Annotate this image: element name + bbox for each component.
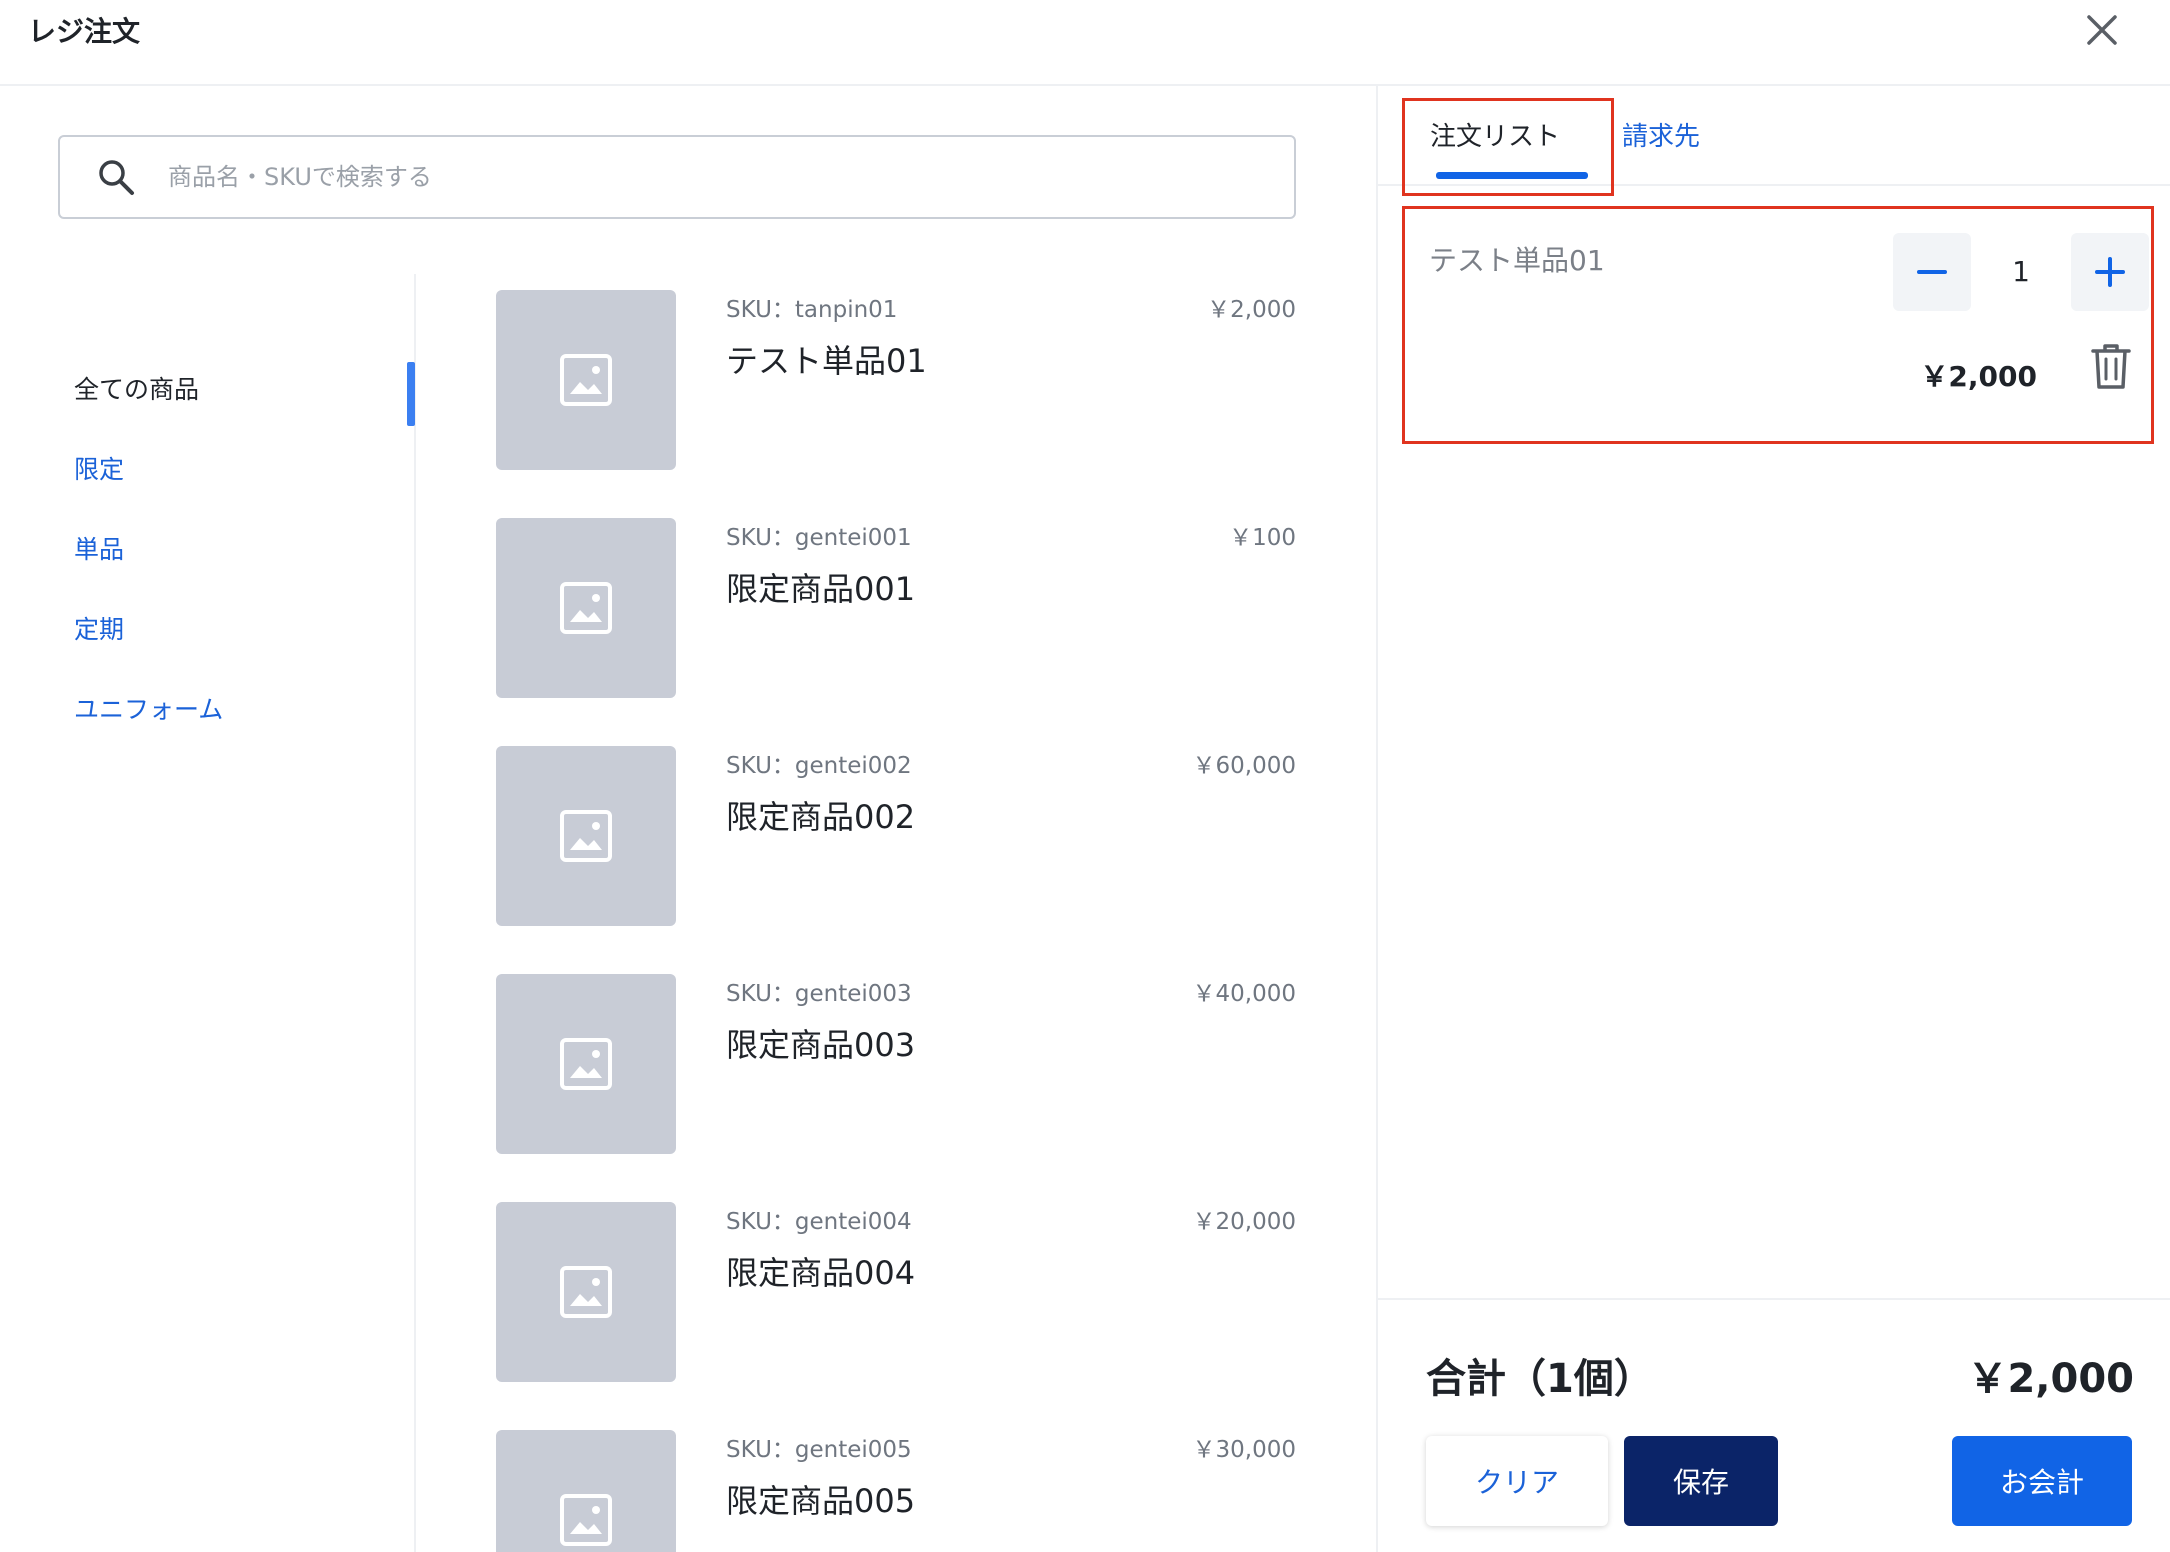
product-sku: SKU：tanpin01 <box>726 297 898 323</box>
image-placeholder-icon <box>560 1266 612 1318</box>
minus-icon <box>1917 270 1947 274</box>
product-sku: SKU：gentei002 <box>726 753 912 779</box>
active-category-indicator <box>407 362 415 426</box>
product-sku: SKU：gentei004 <box>726 1209 912 1235</box>
save-button[interactable]: 保存 <box>1624 1436 1778 1526</box>
image-placeholder-icon <box>560 354 612 406</box>
category-single[interactable]: 単品 <box>74 530 124 566</box>
category-nav: 全ての商品 限定 単品 定期 ユニフォーム <box>0 274 416 1552</box>
close-icon <box>2087 15 2117 45</box>
checkout-button[interactable]: お会計 <box>1952 1436 2132 1526</box>
product-sku: SKU：gentei001 <box>726 525 912 551</box>
product-card[interactable]: SKU：gentei004 限定商品004 ￥20,000 <box>496 1202 1296 1382</box>
tab-order-list[interactable]: 注文リスト <box>1430 116 1560 153</box>
product-thumbnail <box>496 746 676 926</box>
page-title: レジ注文 <box>28 15 141 48</box>
product-card[interactable]: SKU：gentei005 限定商品005 ￥30,000 <box>496 1430 1296 1552</box>
image-placeholder-icon <box>560 810 612 862</box>
order-panel: 注文リスト 請求先 テスト単品01 1 ￥2,000 合計（1個） ￥2,000… <box>1376 86 2170 1552</box>
product-card[interactable]: SKU：gentei003 限定商品003 ￥40,000 <box>496 974 1296 1154</box>
product-name: 限定商品001 <box>726 570 916 608</box>
product-price: ￥100 <box>1229 525 1296 551</box>
clear-button[interactable]: クリア <box>1426 1436 1608 1526</box>
search-input[interactable] <box>168 151 1268 203</box>
cart-item-price: ￥2,000 <box>1920 360 2037 393</box>
active-tab-indicator <box>1436 172 1588 179</box>
close-button[interactable] <box>2080 8 2124 52</box>
category-limited[interactable]: 限定 <box>74 450 124 486</box>
product-price: ￥60,000 <box>1192 753 1296 779</box>
category-all[interactable]: 全ての商品 <box>74 370 199 406</box>
order-footer: 合計（1個） ￥2,000 クリア 保存 お会計 <box>1378 1298 2170 1552</box>
category-subscription[interactable]: 定期 <box>74 610 124 646</box>
product-thumbnail <box>496 518 676 698</box>
cart-item: テスト単品01 1 ￥2,000 <box>1402 206 2154 444</box>
product-sku: SKU：gentei005 <box>726 1437 912 1463</box>
image-placeholder-icon <box>560 582 612 634</box>
product-panel: 全ての商品 限定 単品 定期 ユニフォーム SKU：tanpin01 テスト単品… <box>0 86 1376 1552</box>
order-tabs: 注文リスト 請求先 <box>1378 86 2170 196</box>
quantity-value[interactable]: 1 <box>1971 233 2071 311</box>
product-price: ￥20,000 <box>1192 1209 1296 1235</box>
product-card[interactable]: SKU：gentei002 限定商品002 ￥60,000 <box>496 746 1296 926</box>
product-price: ￥40,000 <box>1192 981 1296 1007</box>
image-placeholder-icon <box>560 1038 612 1090</box>
product-thumbnail <box>496 974 676 1154</box>
total-label: 合計（1個） <box>1426 1356 1654 1402</box>
product-name: 限定商品004 <box>726 1254 916 1292</box>
product-thumbnail <box>496 1202 676 1382</box>
quantity-decrease-button[interactable] <box>1893 233 1971 311</box>
product-card[interactable]: SKU：gentei001 限定商品001 ￥100 <box>496 518 1296 698</box>
product-sku: SKU：gentei003 <box>726 981 912 1007</box>
product-name: 限定商品005 <box>726 1482 916 1520</box>
search-icon <box>99 160 134 195</box>
quantity-increase-button[interactable] <box>2071 233 2149 311</box>
image-placeholder-icon <box>560 1494 612 1546</box>
product-name: テスト単品01 <box>726 342 927 380</box>
product-price: ￥2,000 <box>1207 297 1296 323</box>
delete-item-button[interactable] <box>2089 341 2133 391</box>
category-uniform[interactable]: ユニフォーム <box>74 690 223 726</box>
total-value: ￥2,000 <box>1967 1356 2134 1402</box>
trash-icon <box>2091 344 2131 389</box>
search-box[interactable] <box>58 135 1296 219</box>
product-thumbnail <box>496 1430 676 1552</box>
tab-billing[interactable]: 請求先 <box>1622 116 1700 153</box>
product-name: 限定商品003 <box>726 1026 916 1064</box>
product-card[interactable]: SKU：tanpin01 テスト単品01 ￥2,000 <box>496 290 1296 470</box>
product-thumbnail <box>496 290 676 470</box>
product-name: 限定商品002 <box>726 798 916 836</box>
header: レジ注文 <box>0 0 2170 86</box>
cart-item-name: テスト単品01 <box>1429 244 1605 277</box>
plus-icon <box>2095 257 2125 287</box>
product-price: ￥30,000 <box>1192 1437 1296 1463</box>
